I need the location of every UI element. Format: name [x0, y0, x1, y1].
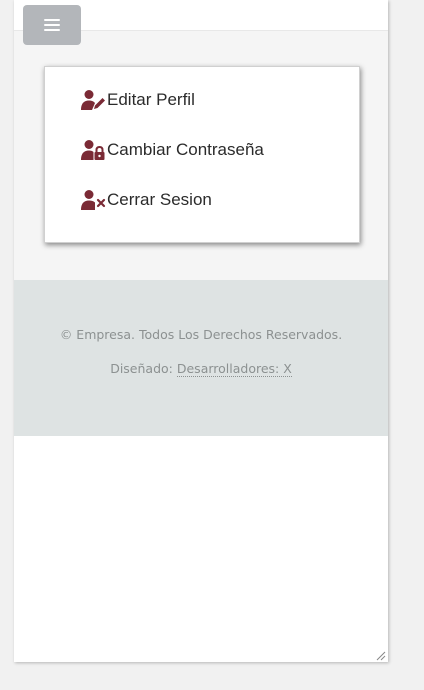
user-menu-card: Editar Perfil Cambiar Contraseña Cerrar … [44, 66, 360, 243]
menu-item-edit-profile[interactable]: Editar Perfil [81, 87, 195, 113]
designed-by: Diseñado: Desarrolladores: X [14, 361, 388, 377]
content-area: Editar Perfil Cambiar Contraseña Cerrar … [14, 31, 388, 280]
footer: © Empresa. Todos Los Derechos Reservados… [14, 280, 388, 436]
designed-prefix: Diseñado: [110, 361, 173, 376]
menu-item-label: Editar Perfil [107, 90, 195, 109]
menu-item-change-password[interactable]: Cambiar Contraseña [81, 137, 264, 163]
menu-item-label: Cambiar Contraseña [107, 140, 264, 159]
user-times-icon [81, 189, 107, 211]
user-lock-icon [81, 139, 107, 161]
copyright-text: © Empresa. Todos Los Derechos Reservados… [59, 327, 343, 342]
resize-handle-icon[interactable] [374, 648, 386, 661]
developers-link[interactable]: Desarrolladores: X [176, 361, 292, 377]
hamburger-icon [44, 16, 60, 34]
page-frame: Editar Perfil Cambiar Contraseña Cerrar … [14, 0, 388, 662]
menu-item-label: Cerrar Sesion [107, 190, 212, 209]
menu-toggle-button[interactable] [23, 5, 81, 45]
user-edit-icon [81, 89, 107, 111]
menu-item-logout[interactable]: Cerrar Sesion [81, 187, 212, 213]
